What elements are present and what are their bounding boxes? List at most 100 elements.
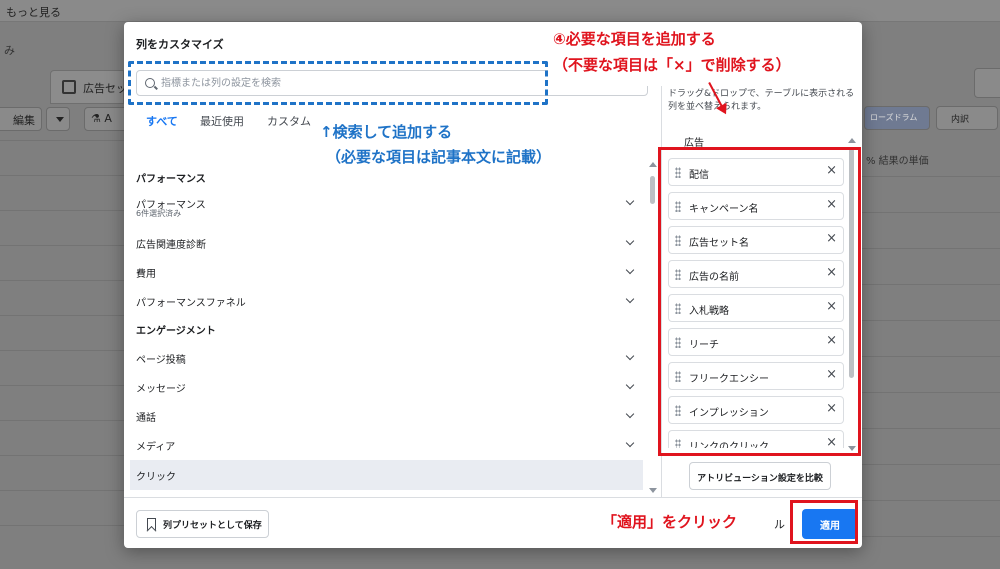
- drag-handle-icon[interactable]: [675, 269, 681, 280]
- column-label: 入札戦略: [689, 306, 729, 317]
- category-clicks[interactable]: クリック: [130, 460, 643, 490]
- bg-dropdown-button[interactable]: [46, 107, 70, 131]
- close-icon[interactable]: ×: [826, 402, 837, 416]
- drag-handle-icon[interactable]: [675, 167, 681, 178]
- metric-category-list: パフォーマンス パフォーマンス 6件選択済み 広告関連度診断 費用 パフォーマン…: [130, 160, 643, 496]
- bg-right-view-button[interactable]: [974, 68, 1000, 98]
- category-calls[interactable]: 通話: [130, 403, 643, 429]
- cancel-button[interactable]: ル: [774, 516, 785, 532]
- column-label: 配信: [689, 170, 709, 181]
- category-label: 通話: [136, 413, 156, 424]
- column-label: リンクのクリック: [689, 442, 769, 448]
- annotation-add-line2: （不要な項目は「×」で削除する）: [553, 56, 791, 74]
- annotation-search-line2: （必要な項目は記事本文に記載）: [326, 148, 552, 166]
- category-label: ページ投稿: [136, 355, 186, 366]
- bg-toolbar: 編集 ⚗ A: [0, 104, 128, 134]
- close-icon[interactable]: ×: [826, 266, 837, 280]
- bg-row2-text: み: [4, 44, 15, 57]
- category-messages[interactable]: メッセージ: [130, 374, 643, 400]
- close-icon[interactable]: ×: [826, 232, 837, 246]
- drag-handle-icon[interactable]: [675, 201, 681, 212]
- category-performance[interactable]: パフォーマンス 6件選択済み: [130, 190, 643, 224]
- selected-column-link-clicks[interactable]: リンクのクリック ×: [668, 430, 844, 448]
- selected-column-campaign-name[interactable]: キャンペーン名 ×: [668, 192, 844, 220]
- close-icon[interactable]: ×: [826, 436, 837, 449]
- bg-right-breakdown-button[interactable]: 内訳: [936, 106, 998, 130]
- bg-right-btn2-label: 内訳: [951, 115, 970, 125]
- scroll-down-icon[interactable]: [649, 488, 657, 493]
- compare-attribution-button[interactable]: アトリビューション設定を比較: [689, 462, 831, 490]
- category-heading-performance: パフォーマンス: [136, 174, 206, 185]
- tab-recent[interactable]: 最近使用: [200, 108, 244, 132]
- chevron-down-icon: [625, 380, 635, 390]
- selected-column-frequency[interactable]: フリークエンシー ×: [668, 362, 844, 390]
- category-label: 広告関連度診断: [136, 240, 206, 251]
- chevron-down-icon: [625, 265, 635, 275]
- category-selected-count: 6件選択済み: [136, 209, 182, 218]
- selected-column-ad-name[interactable]: 広告の名前 ×: [668, 260, 844, 288]
- bg-tab-adsets[interactable]: 広告セッ: [50, 70, 127, 104]
- bg-right-table: % 結果の単価: [862, 140, 1000, 569]
- category-ad-relevance[interactable]: 広告関連度診断: [130, 230, 643, 256]
- bg-right-col-header: % 結果の単価: [866, 156, 929, 167]
- drag-handle-icon[interactable]: [675, 405, 681, 416]
- category-label: パフォーマンスファネル: [136, 298, 246, 309]
- selected-columns-scrollbar[interactable]: [847, 134, 857, 452]
- bg-right-btn1-label: ローズドラム: [870, 113, 918, 122]
- chevron-down-icon: [625, 438, 635, 448]
- annotation-search-line1: ↑検索して追加する: [320, 123, 453, 141]
- close-icon[interactable]: ×: [826, 368, 837, 382]
- drag-handle-icon[interactable]: [675, 235, 681, 246]
- bg-edit-button[interactable]: 編集: [0, 107, 42, 131]
- drag-handle-icon[interactable]: [675, 303, 681, 314]
- chevron-down-icon: [625, 236, 635, 246]
- close-icon[interactable]: ×: [826, 334, 837, 348]
- bg-edit-label: 編集: [13, 114, 35, 127]
- bg-tab-label: 広告セッ: [83, 82, 127, 95]
- drag-handle-icon[interactable]: [675, 337, 681, 348]
- bg-test-button[interactable]: ⚗ A: [84, 107, 128, 131]
- tab-all[interactable]: すべて: [146, 108, 178, 132]
- category-label: 費用: [136, 269, 156, 280]
- scroll-thumb[interactable]: [650, 176, 655, 204]
- category-cost[interactable]: 費用: [130, 259, 643, 285]
- column-divider: [661, 82, 662, 498]
- bg-right-toolbar: ローズドラム 内訳: [862, 62, 1000, 130]
- category-heading-engagement: エンゲージメント: [136, 326, 216, 337]
- drag-handle-icon[interactable]: [675, 371, 681, 382]
- bg-right-columns-button[interactable]: ローズドラム: [864, 106, 930, 130]
- bg-test-label: A: [104, 112, 112, 125]
- category-media[interactable]: メディア: [130, 432, 643, 458]
- selected-column-reach[interactable]: リーチ ×: [668, 328, 844, 356]
- selected-column-adset-name[interactable]: 広告セット名 ×: [668, 226, 844, 254]
- drag-handle-icon[interactable]: [675, 439, 681, 448]
- close-icon[interactable]: ×: [826, 164, 837, 178]
- chevron-down-icon: [625, 294, 635, 304]
- category-page-posts[interactable]: ページ投稿: [130, 345, 643, 371]
- reorder-description: ドラッグ&ドロップで、テーブルに表示される列を並べ替えられます。: [668, 89, 855, 112]
- bg-see-more[interactable]: もっと見る: [6, 4, 61, 20]
- category-label: メッセージ: [136, 384, 186, 395]
- selected-column-delivery[interactable]: 配信 ×: [668, 158, 844, 186]
- category-label: メディア: [136, 442, 176, 453]
- annotation-apply: 「適用」をクリック: [602, 513, 738, 531]
- apply-button[interactable]: 適用: [802, 509, 858, 539]
- save-as-preset-label: 列プリセットとして保存: [163, 521, 262, 531]
- scroll-down-icon[interactable]: [848, 446, 856, 451]
- category-list-scrollbar[interactable]: [648, 162, 658, 497]
- close-icon[interactable]: ×: [826, 198, 837, 212]
- category-performance-funnel[interactable]: パフォーマンスファネル: [130, 288, 643, 314]
- footer-divider: [124, 497, 862, 498]
- scroll-up-icon[interactable]: [649, 162, 657, 167]
- scroll-thumb[interactable]: [849, 148, 854, 378]
- bg-row2: み: [0, 36, 124, 58]
- chevron-down-icon: [56, 117, 64, 122]
- column-label: キャンペーン名: [689, 204, 759, 215]
- scroll-up-icon[interactable]: [848, 138, 856, 143]
- selected-column-bid-strategy[interactable]: 入札戦略 ×: [668, 294, 844, 322]
- save-as-preset-button[interactable]: 列プリセットとして保存: [136, 510, 269, 538]
- tab-custom[interactable]: カスタム: [267, 108, 311, 132]
- flask-icon: ⚗: [91, 112, 101, 125]
- selected-column-impressions[interactable]: インプレッション ×: [668, 396, 844, 424]
- close-icon[interactable]: ×: [826, 300, 837, 314]
